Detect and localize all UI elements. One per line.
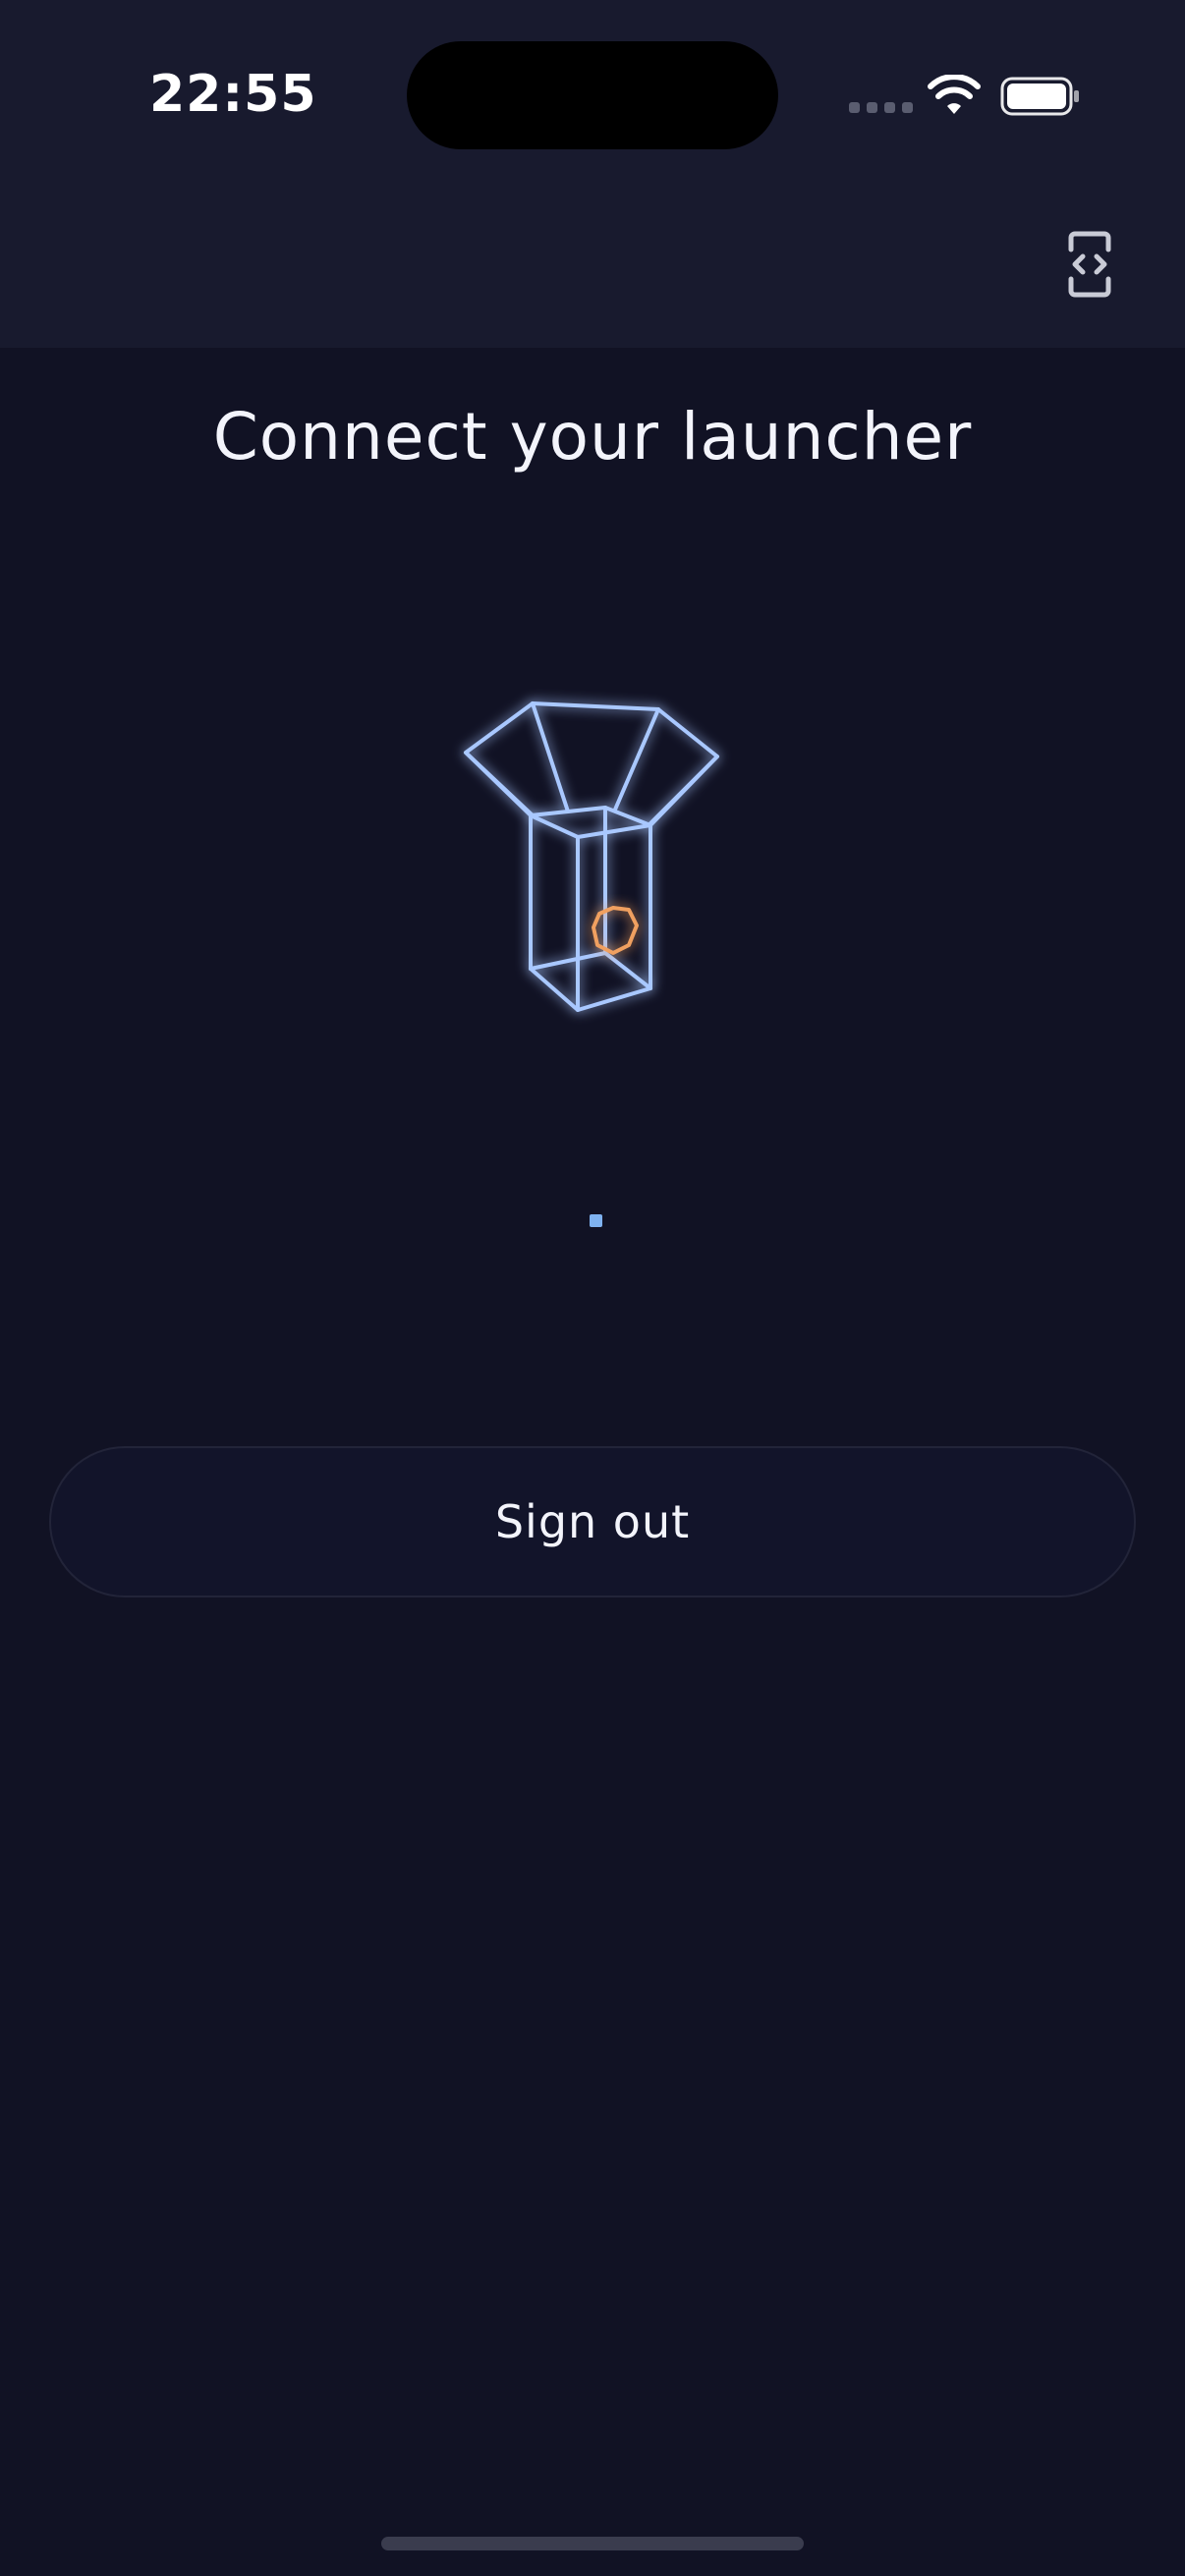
cellular-signal-icon (849, 102, 913, 113)
status-time: 22:55 (149, 65, 317, 124)
dynamic-island (407, 41, 778, 149)
sign-out-button[interactable]: Sign out (49, 1446, 1136, 1597)
loading-indicator (590, 1214, 602, 1227)
home-indicator[interactable] (381, 2537, 804, 2550)
wifi-icon (928, 75, 981, 114)
code-brackets-phone-icon[interactable] (1063, 230, 1116, 299)
page-title: Connect your launcher (212, 399, 973, 475)
top-bar: 22:55 (0, 0, 1185, 348)
battery-icon (1000, 77, 1079, 116)
wireframe-launcher-box-icon (464, 701, 719, 1012)
